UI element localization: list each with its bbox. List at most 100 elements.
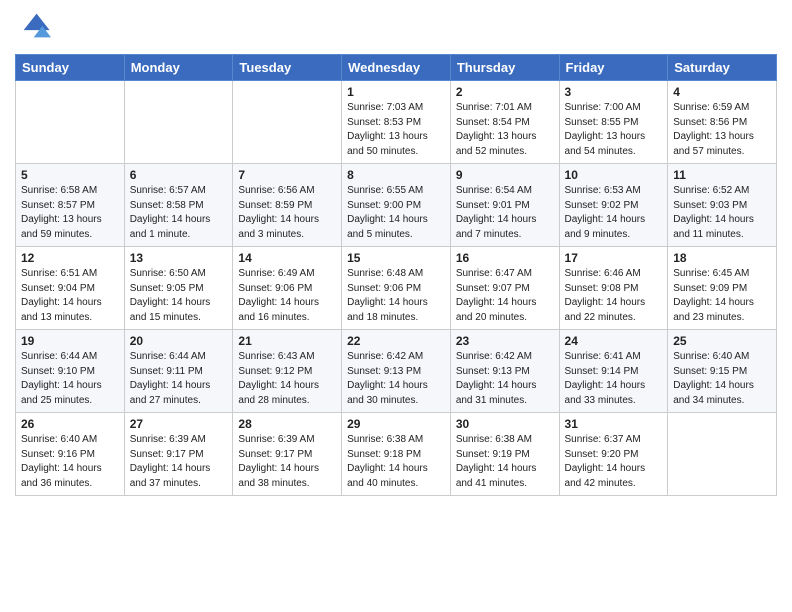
day-cell: 14 Sunrise: 6:49 AM Sunset: 9:06 PM Dayli…: [233, 247, 342, 330]
day-info: Sunrise: 6:38 AM Sunset: 9:18 PM Dayligh…: [347, 433, 445, 491]
day-number: 18: [673, 251, 771, 265]
calendar-table: SundayMondayTuesdayWednesdayThursdayFrid…: [15, 54, 777, 496]
day-info: Sunrise: 6:40 AM Sunset: 9:15 PM Dayligh…: [673, 350, 771, 408]
day-number: 2: [456, 85, 554, 99]
day-cell: 7 Sunrise: 6:56 AM Sunset: 8:59 PM Daylig…: [233, 164, 342, 247]
day-number: 8: [347, 168, 445, 182]
day-info: Sunrise: 7:03 AM Sunset: 8:53 PM Dayligh…: [347, 101, 445, 159]
day-info: Sunrise: 6:58 AM Sunset: 8:57 PM Dayligh…: [21, 184, 119, 242]
day-number: 6: [130, 168, 228, 182]
day-info: Sunrise: 6:49 AM Sunset: 9:06 PM Dayligh…: [238, 267, 336, 325]
day-number: 10: [565, 168, 663, 182]
day-number: 11: [673, 168, 771, 182]
day-info: Sunrise: 6:40 AM Sunset: 9:16 PM Dayligh…: [21, 433, 119, 491]
day-info: Sunrise: 6:56 AM Sunset: 8:59 PM Dayligh…: [238, 184, 336, 242]
day-number: 13: [130, 251, 228, 265]
day-cell: [233, 81, 342, 164]
day-number: 24: [565, 334, 663, 348]
day-cell: 17 Sunrise: 6:46 AM Sunset: 9:08 PM Dayli…: [559, 247, 668, 330]
logo: [15, 10, 55, 46]
header: [15, 10, 777, 46]
day-info: Sunrise: 6:39 AM Sunset: 9:17 PM Dayligh…: [130, 433, 228, 491]
day-number: 25: [673, 334, 771, 348]
day-cell: 18Sunrise: 6:45 AM Sunset: 9:09 PM Dayli…: [668, 247, 777, 330]
day-info: Sunrise: 6:43 AM Sunset: 9:12 PM Dayligh…: [238, 350, 336, 408]
day-info: Sunrise: 6:48 AM Sunset: 9:06 PM Dayligh…: [347, 267, 445, 325]
day-number: 5: [21, 168, 119, 182]
day-cell: 31Sunrise: 6:37 AM Sunset: 9:20 PM Dayli…: [559, 413, 668, 496]
day-info: Sunrise: 6:46 AM Sunset: 9:08 PM Dayligh…: [565, 267, 663, 325]
day-info: Sunrise: 6:44 AM Sunset: 9:11 PM Dayligh…: [130, 350, 228, 408]
day-number: 23: [456, 334, 554, 348]
day-header-wednesday: Wednesday: [342, 55, 451, 81]
week-row-5: 26 Sunrise: 6:40 AM Sunset: 9:16 PM Dayli…: [16, 413, 777, 496]
day-header-sunday: Sunday: [16, 55, 125, 81]
day-cell: 27 Sunrise: 6:39 AM Sunset: 9:17 PM Dayli…: [124, 413, 233, 496]
day-info: Sunrise: 6:42 AM Sunset: 9:13 PM Dayligh…: [456, 350, 554, 408]
day-cell: 24 Sunrise: 6:41 AM Sunset: 9:14 PM Dayli…: [559, 330, 668, 413]
day-info: Sunrise: 6:44 AM Sunset: 9:10 PM Dayligh…: [21, 350, 119, 408]
day-number: 19: [21, 334, 119, 348]
day-number: 12: [21, 251, 119, 265]
week-row-3: 12 Sunrise: 6:51 AM Sunset: 9:04 PM Dayli…: [16, 247, 777, 330]
day-info: Sunrise: 6:51 AM Sunset: 9:04 PM Dayligh…: [21, 267, 119, 325]
page: SundayMondayTuesdayWednesdayThursdayFrid…: [0, 0, 792, 612]
day-info: Sunrise: 6:59 AM Sunset: 8:56 PM Dayligh…: [673, 101, 771, 159]
day-cell: 26 Sunrise: 6:40 AM Sunset: 9:16 PM Dayli…: [16, 413, 125, 496]
day-number: 27: [130, 417, 228, 431]
day-number: 3: [565, 85, 663, 99]
day-cell: 29 Sunrise: 6:38 AM Sunset: 9:18 PM Dayli…: [342, 413, 451, 496]
day-cell: 10Sunrise: 6:53 AM Sunset: 9:02 PM Dayli…: [559, 164, 668, 247]
day-info: Sunrise: 6:47 AM Sunset: 9:07 PM Dayligh…: [456, 267, 554, 325]
day-number: 7: [238, 168, 336, 182]
day-number: 9: [456, 168, 554, 182]
day-number: 14: [238, 251, 336, 265]
day-info: Sunrise: 6:54 AM Sunset: 9:01 PM Dayligh…: [456, 184, 554, 242]
day-number: 31: [565, 417, 663, 431]
day-cell: 13Sunrise: 6:50 AM Sunset: 9:05 PM Dayli…: [124, 247, 233, 330]
logo-icon: [15, 10, 51, 46]
day-number: 29: [347, 417, 445, 431]
day-cell: 1 Sunrise: 7:03 AM Sunset: 8:53 PM Daylig…: [342, 81, 451, 164]
day-cell: 21 Sunrise: 6:43 AM Sunset: 9:12 PM Dayli…: [233, 330, 342, 413]
day-info: Sunrise: 6:39 AM Sunset: 9:17 PM Dayligh…: [238, 433, 336, 491]
day-header-saturday: Saturday: [668, 55, 777, 81]
day-cell: [668, 413, 777, 496]
day-number: 30: [456, 417, 554, 431]
days-of-week-row: SundayMondayTuesdayWednesdayThursdayFrid…: [16, 55, 777, 81]
day-info: Sunrise: 6:52 AM Sunset: 9:03 PM Dayligh…: [673, 184, 771, 242]
day-number: 22: [347, 334, 445, 348]
week-row-2: 5 Sunrise: 6:58 AM Sunset: 8:57 PM Daylig…: [16, 164, 777, 247]
day-cell: [16, 81, 125, 164]
day-info: Sunrise: 7:01 AM Sunset: 8:54 PM Dayligh…: [456, 101, 554, 159]
day-info: Sunrise: 6:55 AM Sunset: 9:00 PM Dayligh…: [347, 184, 445, 242]
day-number: 15: [347, 251, 445, 265]
day-info: Sunrise: 7:00 AM Sunset: 8:55 PM Dayligh…: [565, 101, 663, 159]
day-number: 1: [347, 85, 445, 99]
day-info: Sunrise: 6:41 AM Sunset: 9:14 PM Dayligh…: [565, 350, 663, 408]
week-row-1: 1 Sunrise: 7:03 AM Sunset: 8:53 PM Daylig…: [16, 81, 777, 164]
day-cell: 23 Sunrise: 6:42 AM Sunset: 9:13 PM Dayli…: [450, 330, 559, 413]
day-number: 20: [130, 334, 228, 348]
day-cell: 20 Sunrise: 6:44 AM Sunset: 9:11 PM Dayli…: [124, 330, 233, 413]
day-number: 28: [238, 417, 336, 431]
day-number: 17: [565, 251, 663, 265]
day-cell: 19 Sunrise: 6:44 AM Sunset: 9:10 PM Dayli…: [16, 330, 125, 413]
day-header-thursday: Thursday: [450, 55, 559, 81]
day-number: 26: [21, 417, 119, 431]
day-header-monday: Monday: [124, 55, 233, 81]
day-cell: 8 Sunrise: 6:55 AM Sunset: 9:00 PM Daylig…: [342, 164, 451, 247]
day-header-friday: Friday: [559, 55, 668, 81]
day-number: 21: [238, 334, 336, 348]
day-info: Sunrise: 6:38 AM Sunset: 9:19 PM Dayligh…: [456, 433, 554, 491]
day-cell: 12 Sunrise: 6:51 AM Sunset: 9:04 PM Dayli…: [16, 247, 125, 330]
day-cell: 6Sunrise: 6:57 AM Sunset: 8:58 PM Daylig…: [124, 164, 233, 247]
day-cell: 16Sunrise: 6:47 AM Sunset: 9:07 PM Dayli…: [450, 247, 559, 330]
day-cell: 15 Sunrise: 6:48 AM Sunset: 9:06 PM Dayli…: [342, 247, 451, 330]
day-cell: 3 Sunrise: 7:00 AM Sunset: 8:55 PM Daylig…: [559, 81, 668, 164]
day-cell: 4 Sunrise: 6:59 AM Sunset: 8:56 PM Daylig…: [668, 81, 777, 164]
day-cell: 30 Sunrise: 6:38 AM Sunset: 9:19 PM Dayli…: [450, 413, 559, 496]
day-number: 4: [673, 85, 771, 99]
day-cell: 9 Sunrise: 6:54 AM Sunset: 9:01 PM Daylig…: [450, 164, 559, 247]
week-row-4: 19 Sunrise: 6:44 AM Sunset: 9:10 PM Dayli…: [16, 330, 777, 413]
